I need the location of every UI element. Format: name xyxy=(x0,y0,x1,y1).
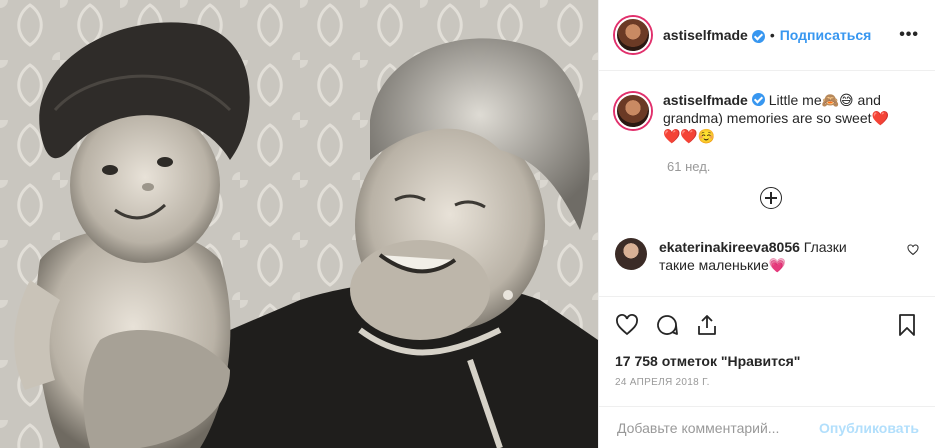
caption-verified-icon xyxy=(751,93,765,106)
bookmark-icon[interactable] xyxy=(895,313,919,337)
post-sidebar: astiselfmade • Подписаться ••• astiselfm… xyxy=(598,0,935,448)
author-username[interactable]: astiselfmade xyxy=(663,27,748,43)
comment-input[interactable] xyxy=(615,418,820,437)
commenter-avatar[interactable] xyxy=(615,238,647,270)
action-bar xyxy=(615,309,919,341)
caption-body: astiselfmade Little me🙈😅 and grandma) me… xyxy=(663,91,893,145)
comment-icon[interactable] xyxy=(655,313,679,337)
follow-button[interactable]: Подписаться xyxy=(780,27,872,43)
comments-section: astiselfmade Little me🙈😅 and grandma) me… xyxy=(599,71,935,296)
publish-comment-button[interactable]: Опубликовать xyxy=(819,420,919,436)
actions-area: 17 758 отметок "Нравится" 24 АПРЕЛЯ 2018… xyxy=(599,296,935,406)
share-icon[interactable] xyxy=(695,313,719,337)
add-comment-bar: Опубликовать xyxy=(599,406,935,448)
post-time-ago[interactable]: 61 нед. xyxy=(667,159,919,174)
comment-item: ekaterinakireeva8056 Глазки такие малень… xyxy=(615,238,919,274)
separator-dot: • xyxy=(769,27,775,43)
caption-username[interactable]: astiselfmade xyxy=(663,92,748,108)
commenter-username[interactable]: ekaterinakireeva8056 xyxy=(659,239,800,255)
caption-avatar[interactable] xyxy=(615,93,651,129)
photo-image xyxy=(0,0,598,448)
more-options-icon[interactable]: ••• xyxy=(899,26,919,44)
author-avatar[interactable] xyxy=(615,17,651,53)
comment-like-icon[interactable] xyxy=(907,244,919,256)
post-photo[interactable] xyxy=(0,0,598,448)
caption: astiselfmade Little me🙈😅 and grandma) me… xyxy=(615,91,919,145)
post-header: astiselfmade • Подписаться ••• xyxy=(599,0,935,71)
likes-count[interactable]: 17 758 отметок "Нравится" xyxy=(615,353,919,369)
load-more-comments-icon[interactable] xyxy=(760,187,782,209)
verified-badge-icon xyxy=(751,29,765,43)
post-date[interactable]: 24 АПРЕЛЯ 2018 Г. xyxy=(615,377,919,388)
comment-body: ekaterinakireeva8056 Глазки такие малень… xyxy=(659,238,869,274)
heart-icon[interactable] xyxy=(615,313,639,337)
